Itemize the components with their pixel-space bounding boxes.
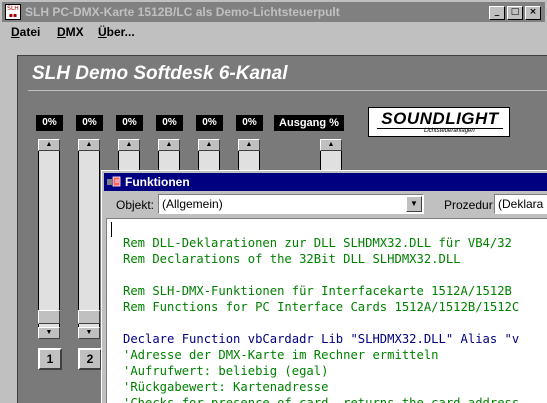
level-display-5: 0% (196, 115, 223, 131)
functions-title-bar[interactable]: Funktionen (104, 173, 547, 191)
fader-up-arrow-icon[interactable]: ▲ (320, 139, 342, 151)
channel-button-1[interactable]: 1 (38, 348, 62, 370)
functions-window: Funktionen Objekt: (Allgemein) ▼ Prozedu… (101, 170, 547, 403)
level-display-1: 0% (36, 115, 63, 131)
code-line: Declare Function vbCardadr Lib "SLHDMX32… (123, 332, 520, 346)
functions-title: Funktionen (125, 175, 190, 189)
fader-down-arrow-icon[interactable]: ▼ (38, 327, 60, 339)
window-title: SLH PC-DMX-Karte 1512B/LC als Demo-Licht… (25, 5, 340, 19)
code-line: 'Rückgabewert: Kartenadresse (123, 380, 329, 394)
procedure-label: Prozedur: (444, 198, 497, 212)
code-line: 'Checks for presence of card, returns th… (123, 396, 520, 403)
main-window: SLH▪▪▪▪ SLH PC-DMX-Karte 1512B/LC als De… (0, 0, 547, 403)
procedure-dropdown[interactable]: (Deklara (494, 194, 547, 214)
fader-2[interactable]: ▲ ▼ (78, 139, 100, 339)
module-icon (107, 176, 121, 187)
fader-thumb[interactable] (78, 310, 100, 324)
divider (28, 90, 547, 91)
code-line: 'Aufrufwert: beliebig (egal) (123, 364, 329, 378)
code-line: Rem SLH-DMX-Funktionen für Interfacekart… (123, 284, 512, 298)
object-dropdown[interactable]: (Allgemein) ▼ (158, 194, 424, 214)
maximize-button[interactable]: □ (507, 6, 523, 20)
object-label: Objekt: (116, 198, 155, 212)
menu-ueber[interactable]: Über... (98, 25, 135, 39)
main-title-bar[interactable]: SLH▪▪▪▪ SLH PC-DMX-Karte 1512B/LC als De… (2, 2, 545, 22)
minimize-button[interactable]: _ (489, 6, 505, 20)
fader-up-arrow-icon[interactable]: ▲ (38, 139, 60, 151)
level-display-4: 0% (156, 115, 183, 131)
level-display-6: 0% (236, 115, 263, 131)
app-icon[interactable]: SLH▪▪▪▪ (5, 4, 21, 20)
code-line: Rem Declarations of the 32Bit DLL SLHDMX… (123, 252, 461, 266)
fader-up-arrow-icon[interactable]: ▲ (118, 139, 140, 151)
code-editor[interactable]: Rem DLL-Deklarationen zur DLL SLHDMX32.D… (106, 218, 547, 403)
fader-down-arrow-icon[interactable]: ▼ (78, 327, 100, 339)
fader-up-arrow-icon[interactable]: ▲ (158, 139, 180, 151)
menu-bar: Datei DMX Über... (2, 22, 545, 42)
chevron-down-icon[interactable]: ▼ (406, 196, 422, 212)
level-display-3: 0% (116, 115, 143, 131)
output-level-label: Ausgang % (274, 115, 344, 131)
console-title: SLH Demo Softdesk 6-Kanal (32, 63, 288, 84)
level-display-2: 0% (76, 115, 103, 131)
close-button[interactable]: × (525, 6, 541, 20)
code-line: 'Adresse der DMX-Karte im Rechner ermitt… (123, 348, 439, 362)
fader-up-arrow-icon[interactable]: ▲ (198, 139, 220, 151)
text-caret (111, 222, 112, 237)
fader-1[interactable]: ▲ ▼ (38, 139, 60, 339)
code-line: Rem Functions for PC Interface Cards 151… (123, 300, 520, 314)
soundlight-logo: SOUNDLIGHT Lichtsteueranlagen (368, 107, 510, 137)
menu-dmx[interactable]: DMX (57, 25, 84, 39)
fader-up-arrow-icon[interactable]: ▲ (238, 139, 260, 151)
fader-thumb[interactable] (38, 310, 60, 324)
channel-button-2[interactable]: 2 (78, 348, 102, 370)
fader-up-arrow-icon[interactable]: ▲ (78, 139, 100, 151)
menu-datei[interactable]: Datei (11, 25, 40, 39)
code-line: Rem DLL-Deklarationen zur DLL SLHDMX32.D… (123, 236, 512, 250)
